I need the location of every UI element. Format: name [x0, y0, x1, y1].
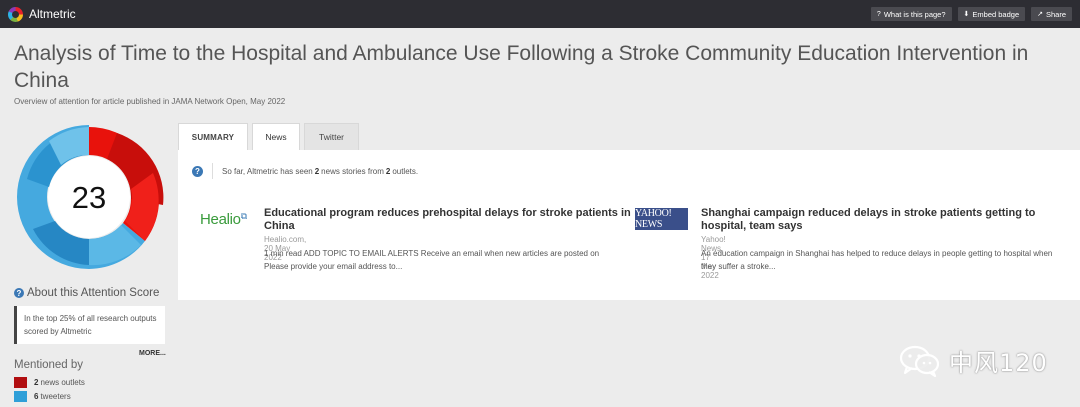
watermark-text: 中风120 — [949, 349, 1048, 377]
news-swatch — [14, 377, 27, 388]
mention-tweeters[interactable]: 6 tweeters — [14, 391, 71, 402]
news-snippet: 1 min read ADD TOPIC TO EMAIL ALERTS Rec… — [264, 249, 600, 271]
about-attention-score-link[interactable]: ? About this Attention Score — [14, 287, 159, 299]
news-outlets-label: news outlets — [40, 378, 85, 387]
tweeters-count: 6 — [34, 392, 39, 401]
embed-badge-button[interactable]: ⬇ Embed badge — [957, 7, 1026, 21]
page-title: Analysis of Time to the Hospital and Amb… — [14, 42, 1029, 92]
wechat-icon — [899, 345, 940, 377]
share-icon: ↗ — [1037, 11, 1043, 18]
attention-score-donut[interactable]: 23 — [13, 121, 165, 273]
news-headline[interactable]: Shanghai campaign reduced delays in stro… — [701, 207, 1051, 233]
share-button[interactable]: ↗ Share — [1031, 7, 1072, 21]
more-link[interactable]: MORE... — [139, 350, 166, 357]
wechat-watermark: 中风120 — [899, 343, 1048, 378]
news-outlets-count: 2 — [34, 378, 39, 387]
news-snippet: An education campaign in Shanghai has he… — [701, 249, 1053, 271]
twitter-swatch — [14, 391, 27, 402]
mention-news-outlets[interactable]: 2 news outlets — [14, 377, 85, 388]
help-icon: ? — [14, 288, 24, 298]
tab-news[interactable]: News — [252, 123, 300, 150]
top-actions: ? What is this page? ⬇ Embed badge ↗ Sha… — [870, 7, 1072, 21]
question-icon: ? — [876, 10, 881, 18]
page-subtitle: Overview of attention for article publis… — [14, 97, 286, 106]
news-summary-pre: So far, Altmetric has seen — [222, 166, 313, 176]
altmetric-ring-icon — [8, 6, 23, 22]
tab-twitter[interactable]: Twitter — [304, 123, 359, 150]
yahoo-news-logo[interactable]: YAHOO! NEWS — [635, 208, 688, 230]
help-icon[interactable]: ? — [192, 165, 203, 177]
attention-score-value: 23 — [72, 180, 106, 215]
embed-badge-label: Embed badge — [972, 9, 1020, 19]
what-is-this-page-label: What is this page? — [883, 9, 946, 19]
news-headline[interactable]: Educational program reduces prehospital … — [264, 207, 634, 233]
news-summary-post: outlets. — [392, 166, 419, 176]
divider — [212, 163, 213, 179]
tweeters-label: tweeters — [40, 392, 71, 401]
news-outlets-count-inline: 2 — [385, 166, 391, 176]
app-name: Altmetric — [29, 7, 76, 21]
share-label: Share — [1045, 9, 1066, 19]
tab-summary[interactable]: SUMMARY — [178, 123, 248, 150]
download-icon: ⬇ — [963, 11, 970, 18]
healio-logo[interactable]: Healio⧉ — [200, 211, 247, 228]
what-is-this-page-button[interactable]: ? What is this page? — [870, 7, 952, 21]
about-attention-score-label: About this Attention Score — [27, 287, 160, 299]
top-bar: Altmetric ? What is this page? ⬇ Embed b… — [0, 0, 1080, 28]
news-summary-mid: news stories from — [321, 166, 384, 176]
altmetric-logo[interactable]: Altmetric — [8, 6, 76, 22]
score-context-note: In the top 25% of all research outputs s… — [14, 306, 165, 344]
news-panel: ? So far, Altmetric has seen 2 news stor… — [178, 150, 1080, 300]
news-summary: ? So far, Altmetric has seen 2 news stor… — [192, 163, 418, 179]
mentioned-by-heading: Mentioned by — [14, 359, 84, 371]
news-stories-count: 2 — [314, 166, 320, 176]
